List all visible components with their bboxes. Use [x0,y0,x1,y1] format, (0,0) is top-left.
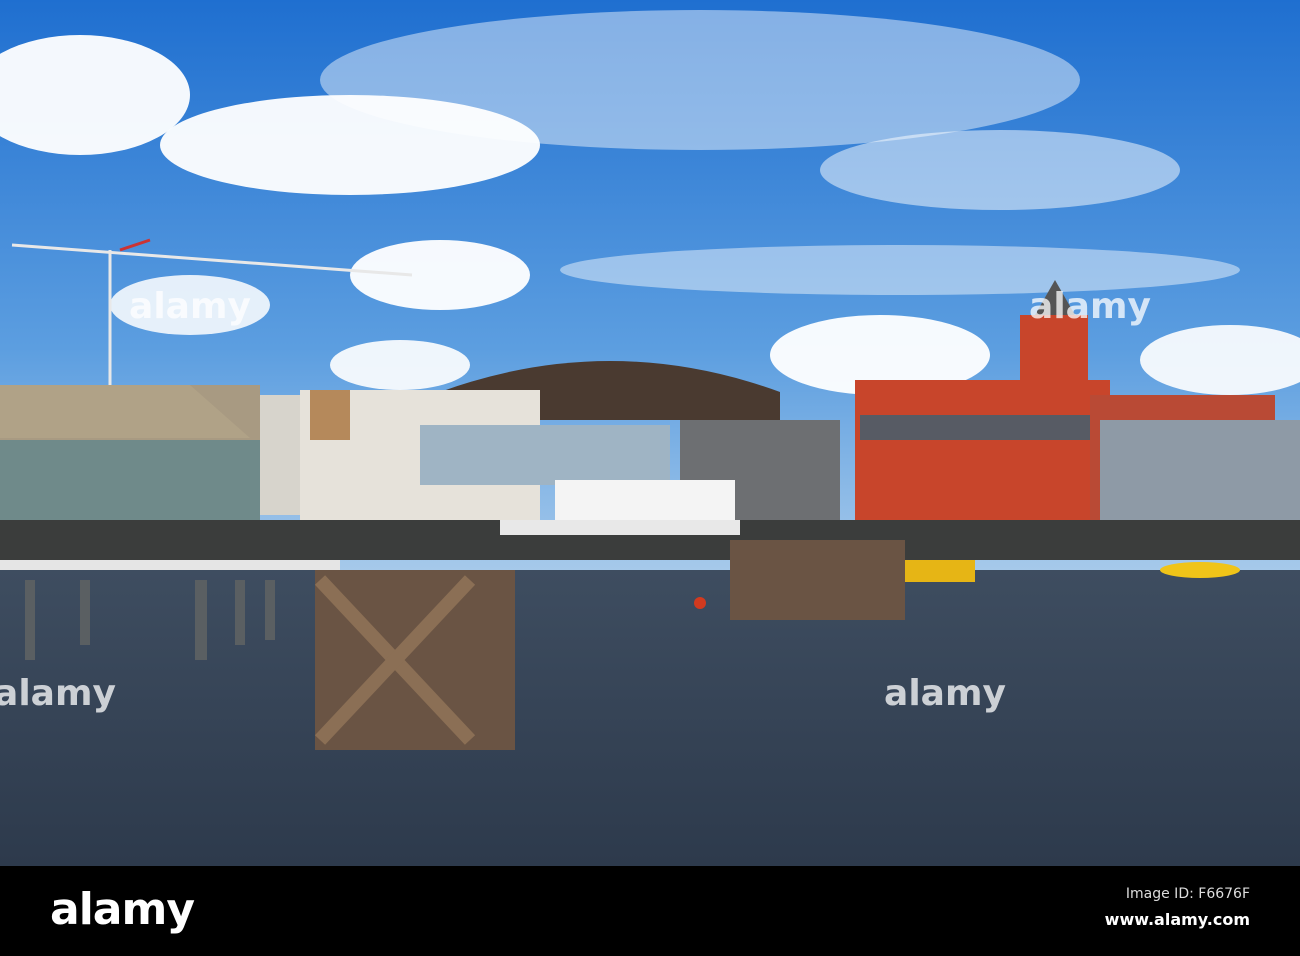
svg-text:alamy: alamy [884,673,1006,714]
website-link[interactable]: www.alamy.com [1105,910,1250,929]
harbour-photo: alamy alamy alamy alamy [0,0,1300,866]
alamy-logo: alamy [50,884,195,935]
footer-bar: alamy Image ID: F6676F www.alamy.com [0,866,1300,956]
svg-text:alamy: alamy [129,286,251,327]
image-id: Image ID: F6676F [1125,886,1250,902]
svg-text:alamy: alamy [0,673,116,714]
svg-text:alamy: alamy [1029,286,1151,327]
